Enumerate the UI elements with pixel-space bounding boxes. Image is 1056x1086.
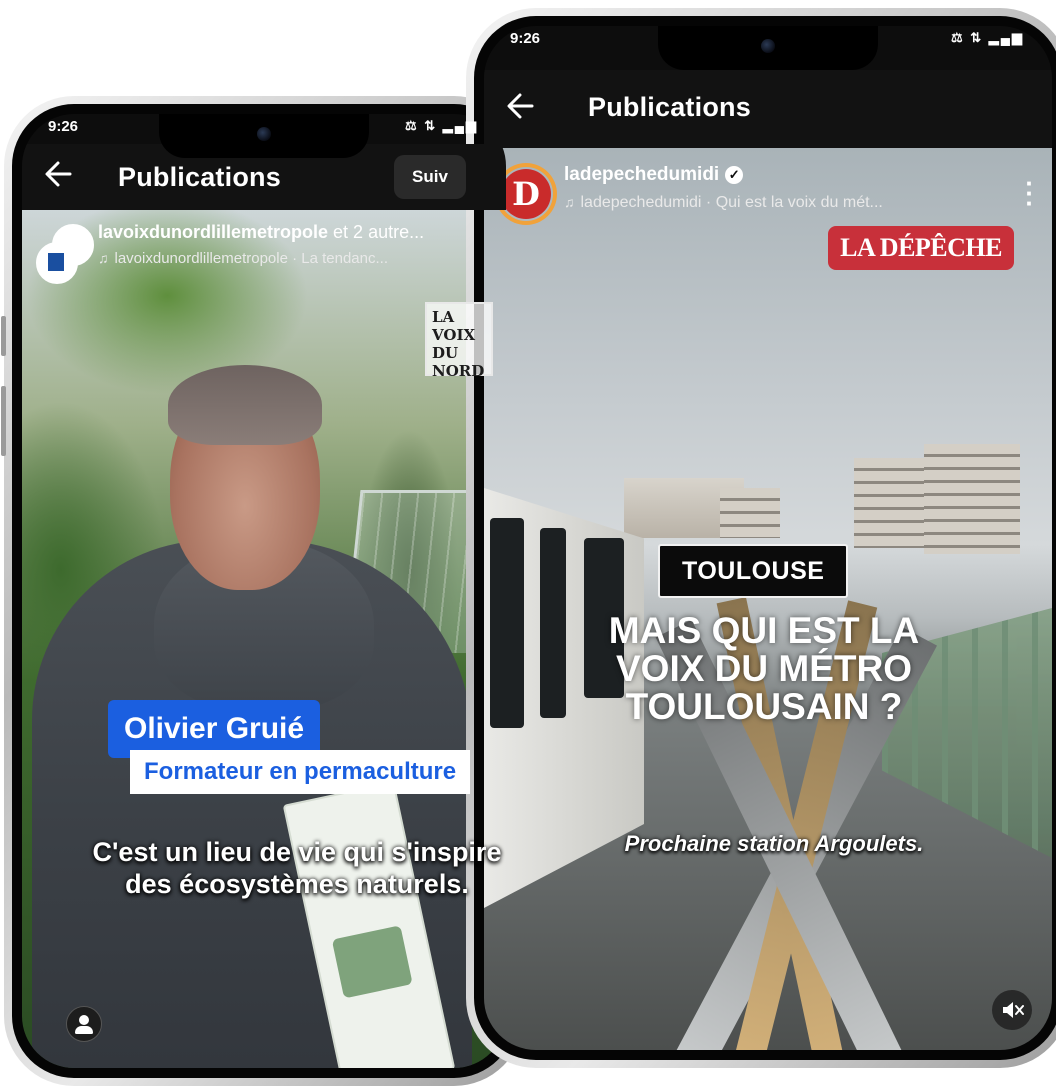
phone-right: 9:26 ⚖ ⇅ ▂▄▆ Publications D ladepechedum…	[466, 8, 1056, 1068]
building	[854, 458, 924, 548]
verified-badge-icon: ✓	[725, 165, 744, 184]
dynamic-island	[658, 26, 878, 70]
status-icons: ⚖ ⇅ ▂▄▆	[951, 30, 1024, 45]
status-time: 9:26	[510, 30, 541, 47]
music-note-icon: ♫	[98, 250, 109, 266]
la-depeche-watermark: LA DÉPÊCHE	[828, 226, 1014, 270]
post-username[interactable]: lavoixdunordlillemetropole et 2 autre...	[98, 222, 424, 243]
post-header: lavoixdunordlillemetropole et 2 autre...…	[22, 216, 506, 286]
watermark-line: DU	[432, 344, 459, 362]
right-screen: 9:26 ⚖ ⇅ ▂▄▆ Publications D ladepechedum…	[484, 26, 1052, 1050]
side-button	[1, 316, 6, 356]
back-arrow-icon[interactable]	[502, 86, 542, 126]
status-time: 9:26	[48, 118, 79, 135]
follow-button[interactable]: Suiv	[394, 155, 466, 199]
watermark-line: VOIX	[432, 326, 476, 344]
audio-track[interactable]: ♫ lavoixdunordlillemetropole · La tendanc…	[98, 250, 388, 267]
front-camera	[761, 39, 775, 53]
phone-left-bezel: 9:26 ⚖ ⇅ ▂▄▆ Publications Suiv lavoixdun…	[12, 104, 516, 1078]
page-title: Publications	[588, 92, 751, 122]
mute-button[interactable]	[992, 990, 1032, 1030]
watermark-line: NORD	[432, 362, 485, 380]
front-camera	[257, 127, 271, 141]
left-screen: 9:26 ⚖ ⇅ ▂▄▆ Publications Suiv lavoixdun…	[22, 114, 506, 1068]
building	[720, 488, 780, 538]
la-voix-du-nord-watermark: LA VOIX DU NORD	[425, 302, 493, 380]
nav-bar: Publications	[484, 70, 1052, 148]
more-vertical-icon[interactable]: · · ·	[1025, 170, 1034, 216]
collab-suffix[interactable]: et 2 autre...	[328, 222, 424, 242]
reel-video-right[interactable]	[484, 148, 1052, 1050]
username-text[interactable]: ladepechedumidi	[564, 164, 719, 185]
avatar-letter: D	[512, 175, 540, 213]
train-window	[540, 528, 566, 718]
speaker-muted-icon	[1003, 1002, 1024, 1018]
audio-track[interactable]: ♫ ladepechedumidi · Qui est la voix du mé…	[564, 194, 883, 212]
building	[924, 444, 1020, 554]
city-tag: TOULOUSE	[658, 544, 849, 598]
person-icon[interactable]	[66, 1006, 102, 1042]
account-avatar[interactable]: D	[498, 166, 554, 222]
side-button	[1, 386, 6, 456]
phone-left: 9:26 ⚖ ⇅ ▂▄▆ Publications Suiv lavoixdun…	[1, 96, 524, 1086]
video-subtitle: C'est un lieu de vie qui s'inspire des é…	[92, 837, 502, 899]
video-headline: MAIS QUI EST LA VOIX DU MÉTRO TOULOUSAIN…	[608, 610, 920, 727]
page-title: Publications	[118, 162, 281, 192]
train-window	[490, 518, 524, 728]
post-username[interactable]: ladepechedumidi ✓	[564, 164, 744, 186]
phone-right-bezel: 9:26 ⚖ ⇅ ▂▄▆ Publications D ladepechedum…	[474, 16, 1056, 1060]
audio-track-label[interactable]: ladepechedumidi · Qui est la voix du mét…	[581, 194, 883, 211]
status-icons: ⚖ ⇅ ▂▄▆	[405, 118, 478, 133]
watermark-line: LA	[432, 308, 455, 326]
audio-track-label[interactable]: lavoixdunordlillemetropole · La tendanc.…	[115, 250, 389, 267]
dynamic-island	[159, 114, 369, 158]
back-arrow-icon[interactable]	[40, 154, 80, 194]
video-subtitle: Prochaine station Argoulets.	[624, 831, 924, 856]
music-note-icon: ♫	[564, 194, 575, 210]
person-hair	[168, 365, 322, 445]
metro-track	[484, 597, 1052, 1050]
username-text[interactable]: lavoixdunordlillemetropole	[98, 222, 328, 242]
account-avatar[interactable]	[36, 242, 78, 284]
speaker-role-tag: Formateur en permaculture	[130, 750, 471, 794]
